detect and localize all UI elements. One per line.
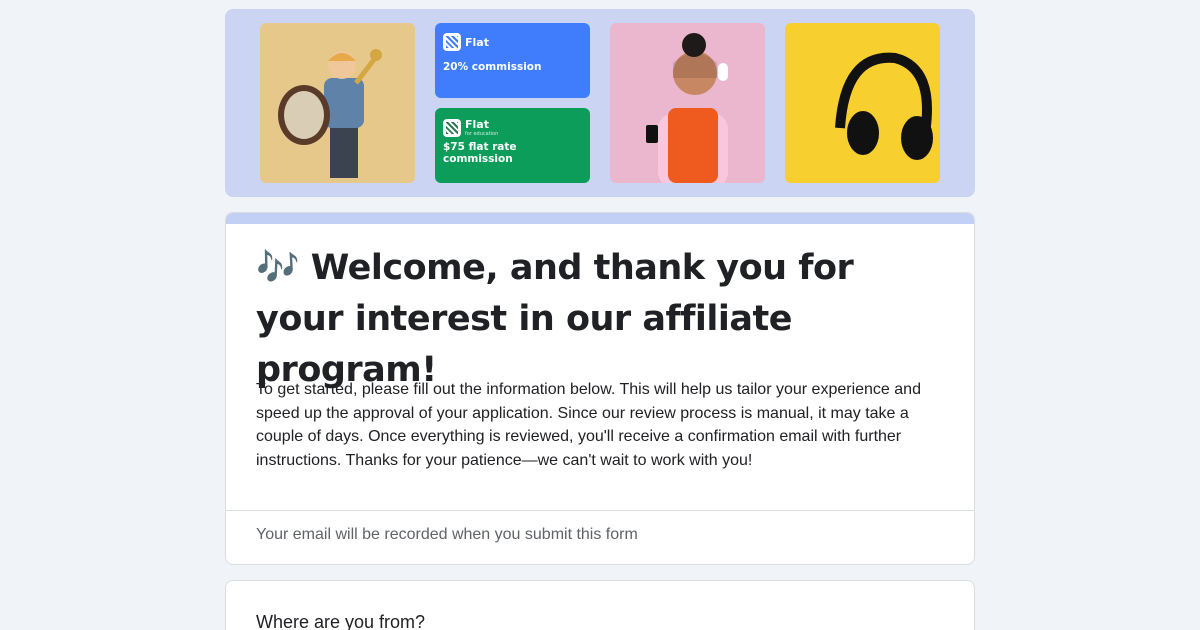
flat-logo-icon (443, 33, 461, 51)
question-card[interactable]: Where are you from? (225, 580, 975, 630)
divider (226, 510, 974, 511)
accent-bar (226, 213, 974, 224)
flat-subtext: for education (465, 131, 499, 137)
header-banner: Flat 20% commission Flat for education $… (225, 9, 975, 197)
flat-brand-label: Flat (465, 35, 489, 49)
drummer-photo (260, 23, 415, 183)
flat-brand-label: Flat for education (465, 118, 499, 137)
question-title: Where are you from? (256, 612, 426, 630)
flat-logo-icon (443, 118, 461, 137)
form-title: 🎶 Welcome, and thank you for your intere… (256, 248, 854, 390)
email-notice: Your email will be recorded when you sub… (256, 526, 638, 543)
woman-with-phone-photo (610, 23, 765, 183)
form-header-card: 🎶 Welcome, and thank you for your intere… (225, 212, 975, 565)
form-description: To get started, please fill out the info… (256, 381, 921, 469)
flat-commission-card: Flat 20% commission (435, 23, 590, 98)
flat-education-card: Flat for education $75 flat rate commiss… (435, 108, 590, 183)
commission-text: 20% commission (443, 61, 542, 73)
headphones-photo (785, 23, 940, 183)
commission-text: $75 flat rate commission (443, 141, 517, 165)
